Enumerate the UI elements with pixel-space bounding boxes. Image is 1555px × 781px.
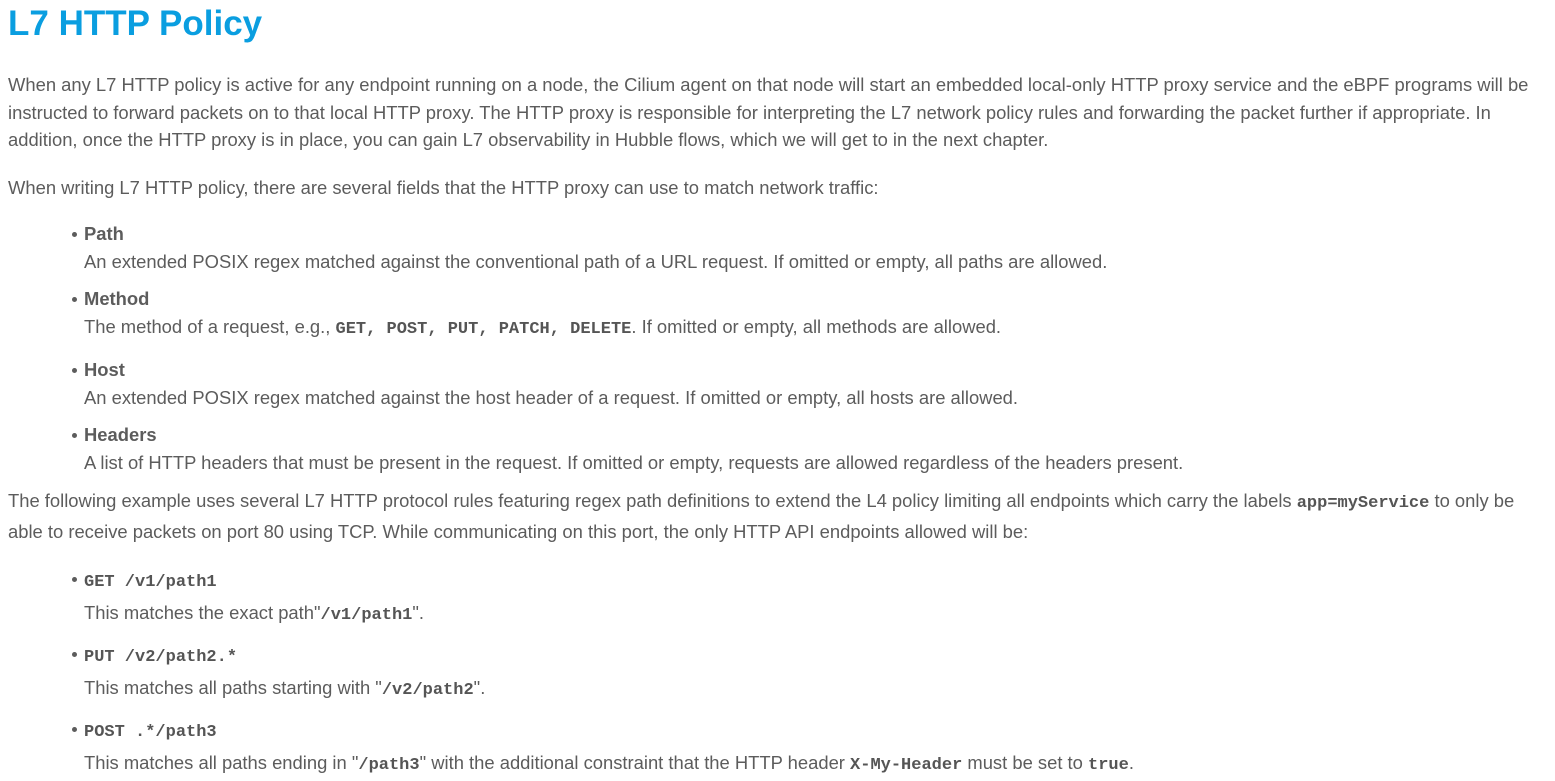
inline-code: true — [1088, 756, 1129, 775]
list-item: Path An extended POSIX regex matched aga… — [8, 220, 1547, 276]
field-term: Host — [84, 359, 125, 380]
fields-list: Path An extended POSIX regex matched aga… — [8, 220, 1547, 477]
inline-code: /v2/path2 — [381, 681, 474, 700]
list-item: Headers A list of HTTP headers that must… — [8, 421, 1547, 477]
text: " with the additional constraint that th… — [419, 752, 851, 773]
rule-code: POST .*/path3 — [84, 723, 217, 742]
intro-paragraph: When any L7 HTTP policy is active for an… — [8, 74, 1529, 150]
text: The following example uses several L7 HT… — [8, 490, 1297, 511]
fields-intro: When writing L7 HTTP policy, there are s… — [8, 176, 879, 198]
text: . — [1128, 752, 1134, 773]
list-item: Host An extended POSIX regex matched aga… — [8, 356, 1547, 412]
rule-desc: This matches the exact path"/v1/path1". — [84, 598, 1547, 631]
field-desc: An extended POSIX regex matched against … — [84, 251, 1108, 272]
list-item: POST .*/path3 This matches all paths end… — [8, 715, 1547, 781]
text: The method of a request, e.g., — [84, 316, 336, 337]
list-item: PUT /v2/path2.* This matches all paths s… — [8, 640, 1547, 706]
text: ". — [473, 677, 486, 698]
list-item: Method The method of a request, e.g., GE… — [8, 285, 1547, 344]
text: This matches all paths ending in " — [84, 752, 359, 773]
text: ". — [412, 602, 424, 623]
page-title: L7 HTTP Policy — [8, 4, 263, 43]
rule-code: GET /v1/path1 — [84, 573, 217, 592]
rule-desc: This matches all paths starting with "/v… — [84, 673, 1547, 706]
list-item: GET /v1/path1 This matches the exact pat… — [8, 565, 1547, 631]
field-term: Headers — [84, 424, 157, 445]
text: This matches the exact path" — [84, 602, 321, 623]
inline-code: GET, POST, PUT, PATCH, DELETE — [335, 320, 632, 339]
text: This matches all paths starting with " — [84, 677, 382, 698]
article: L7 HTTP Policy When any L7 HTTP policy i… — [0, 0, 1555, 781]
example-paragraph: The following example uses several L7 HT… — [8, 487, 1547, 545]
rule-code: PUT /v2/path2.* — [84, 648, 238, 667]
rules-list: GET /v1/path1 This matches the exact pat… — [8, 565, 1547, 781]
inline-code: X-My-Header — [850, 756, 963, 775]
rule-desc: This matches all paths ending in "/path3… — [84, 748, 1547, 781]
field-desc: The method of a request, e.g., GET, POST… — [84, 313, 1547, 344]
inline-code: /path3 — [358, 756, 420, 775]
field-desc: A list of HTTP headers that must be pres… — [84, 452, 1184, 473]
text: . If omitted or empty, all methods are a… — [631, 316, 1002, 337]
inline-code: app=myService — [1296, 494, 1430, 513]
text: must be set to — [962, 752, 1088, 773]
inline-code: /v1/path1 — [320, 606, 413, 625]
field-desc: An extended POSIX regex matched against … — [84, 387, 1019, 408]
field-term: Path — [84, 223, 124, 244]
field-term: Method — [84, 288, 150, 309]
